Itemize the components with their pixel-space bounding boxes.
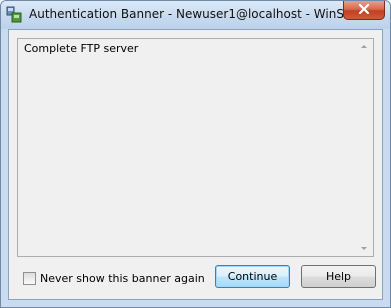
never-show-label[interactable]: Never show this banner again	[40, 272, 205, 285]
close-button[interactable]	[343, 1, 385, 20]
winscp-icon	[6, 6, 22, 23]
scroll-up-arrow-icon[interactable]	[361, 45, 367, 48]
continue-button[interactable]: Continue	[215, 265, 290, 288]
dialog-window: Authentication Banner - Newuser1@localho…	[0, 0, 391, 308]
close-icon	[358, 3, 370, 17]
dialog-client-area: Complete FTP server Never show this bann…	[8, 29, 383, 300]
banner-message-text: Complete FTP server	[24, 42, 139, 55]
never-show-option[interactable]: Never show this banner again	[23, 272, 205, 285]
scroll-down-arrow-icon[interactable]	[361, 247, 367, 250]
window-title: Authentication Banner - Newuser1@localho…	[29, 7, 360, 21]
vertical-scrollbar[interactable]	[356, 39, 373, 256]
never-show-checkbox[interactable]	[23, 272, 36, 285]
title-bar[interactable]: Authentication Banner - Newuser1@localho…	[1, 1, 390, 29]
help-button[interactable]: Help	[301, 265, 376, 288]
banner-message-box[interactable]: Complete FTP server	[17, 38, 374, 257]
